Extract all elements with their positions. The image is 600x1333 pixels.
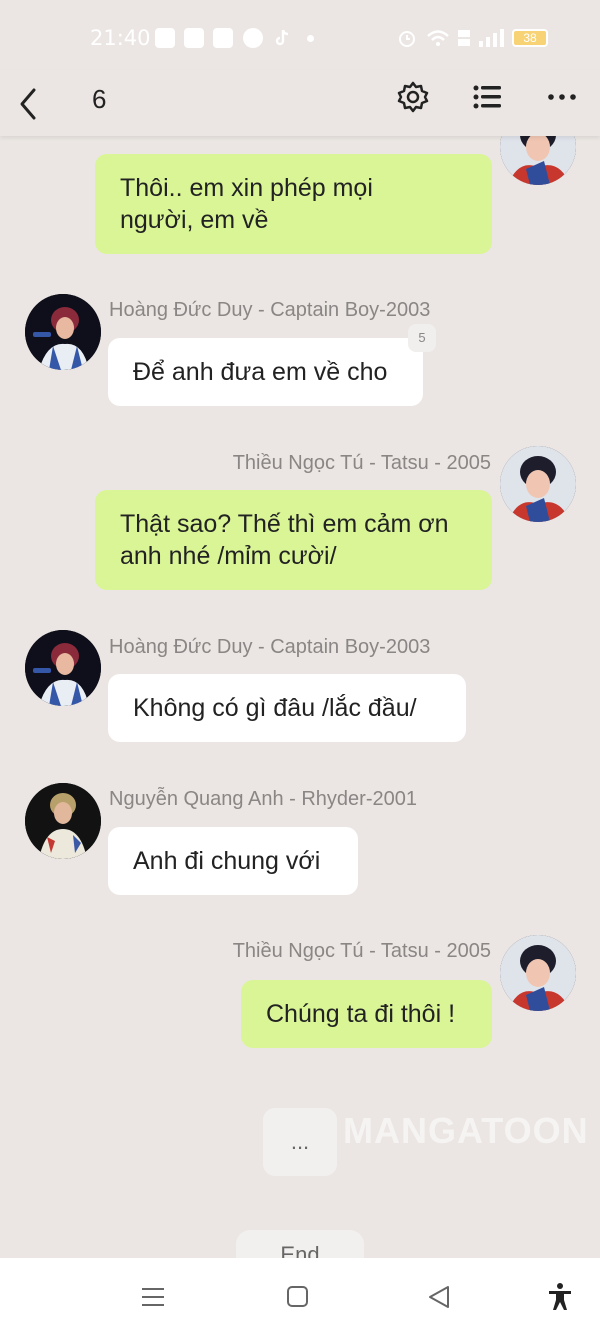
- volte-icon: [457, 28, 471, 48]
- watermark-logo: MANGATOON: [343, 1110, 589, 1151]
- back-triangle-icon[interactable]: [425, 1282, 455, 1312]
- youtube-notification-icon: [184, 28, 204, 48]
- message-text: Để anh đưa em về cho: [133, 358, 388, 386]
- sender-name: Thiều Ngọc Tú - Tatsu - 2005: [232, 452, 491, 474]
- top-nav-bar: 6: [0, 70, 600, 136]
- message-bubble: Chúng ta đi thôi !: [241, 980, 492, 1048]
- back-arrow-icon[interactable]: [14, 80, 44, 124]
- message-bubble: Thôi.. em xin phép mọi người, em về: [95, 154, 492, 254]
- status-time: 21:40: [90, 26, 151, 50]
- accessibility-icon[interactable]: [545, 1282, 575, 1312]
- system-nav-bar: [0, 1258, 600, 1333]
- end-button[interactable]: End: [236, 1230, 364, 1258]
- more-dots-icon[interactable]: [544, 80, 580, 114]
- menu-icon[interactable]: [138, 1282, 168, 1312]
- message-bubble: Anh đi chung với: [108, 827, 358, 895]
- battery-indicator: 38: [512, 29, 548, 47]
- tiktok-notification-icon: [272, 28, 292, 48]
- sender-name: Hoàng Đức Duy - Captain Boy-2003: [109, 299, 431, 321]
- message-bubble: Không có gì đâu /lắc đầu/: [108, 674, 466, 742]
- shop-notification-icon: [213, 28, 233, 48]
- signal-icon: [478, 28, 504, 48]
- avatar[interactable]: [25, 294, 101, 370]
- episode-title: 6: [92, 84, 107, 114]
- avatar[interactable]: [500, 446, 576, 522]
- message-text: Anh đi chung với: [133, 847, 321, 875]
- message-text: Không có gì đâu /lắc đầu/: [133, 694, 417, 722]
- sender-name: Thiều Ngọc Tú - Tatsu - 2005: [232, 940, 491, 962]
- wifi-icon: [426, 28, 450, 48]
- avatar[interactable]: [25, 783, 101, 859]
- message-text: Thôi.. em xin phép mọi người, em về: [120, 174, 373, 234]
- avatar[interactable]: [500, 935, 576, 1011]
- more-notifications-dot: [307, 35, 314, 42]
- reaction-count-badge[interactable]: 5: [408, 324, 436, 352]
- list-icon[interactable]: [470, 80, 504, 114]
- alarm-icon: [397, 28, 417, 48]
- chat-area[interactable]: Thôi.. em xin phép mọi người, em về Hoàn…: [0, 136, 600, 1258]
- sender-name: Hoàng Đức Duy - Captain Boy-2003: [109, 636, 431, 658]
- avatar[interactable]: [500, 136, 576, 185]
- gallery-notification-icon: [155, 28, 175, 48]
- pinterest-notification-icon: [243, 28, 263, 48]
- gear-icon[interactable]: [396, 80, 430, 114]
- avatar[interactable]: [25, 630, 101, 706]
- message-bubble: Để anh đưa em về cho: [108, 338, 423, 406]
- sender-name: Nguyễn Quang Anh - Rhyder-2001: [109, 788, 417, 810]
- typing-indicator[interactable]: ...: [263, 1108, 337, 1176]
- home-icon[interactable]: [283, 1282, 313, 1312]
- message-text: Chúng ta đi thôi !: [266, 1000, 456, 1028]
- status-bar: 21:40 38: [0, 0, 600, 70]
- message-bubble: Thật sao? Thế thì em cảm ơn anh nhé /mỉm…: [95, 490, 492, 590]
- message-text: Thật sao? Thế thì em cảm ơn anh nhé /mỉm…: [120, 510, 449, 570]
